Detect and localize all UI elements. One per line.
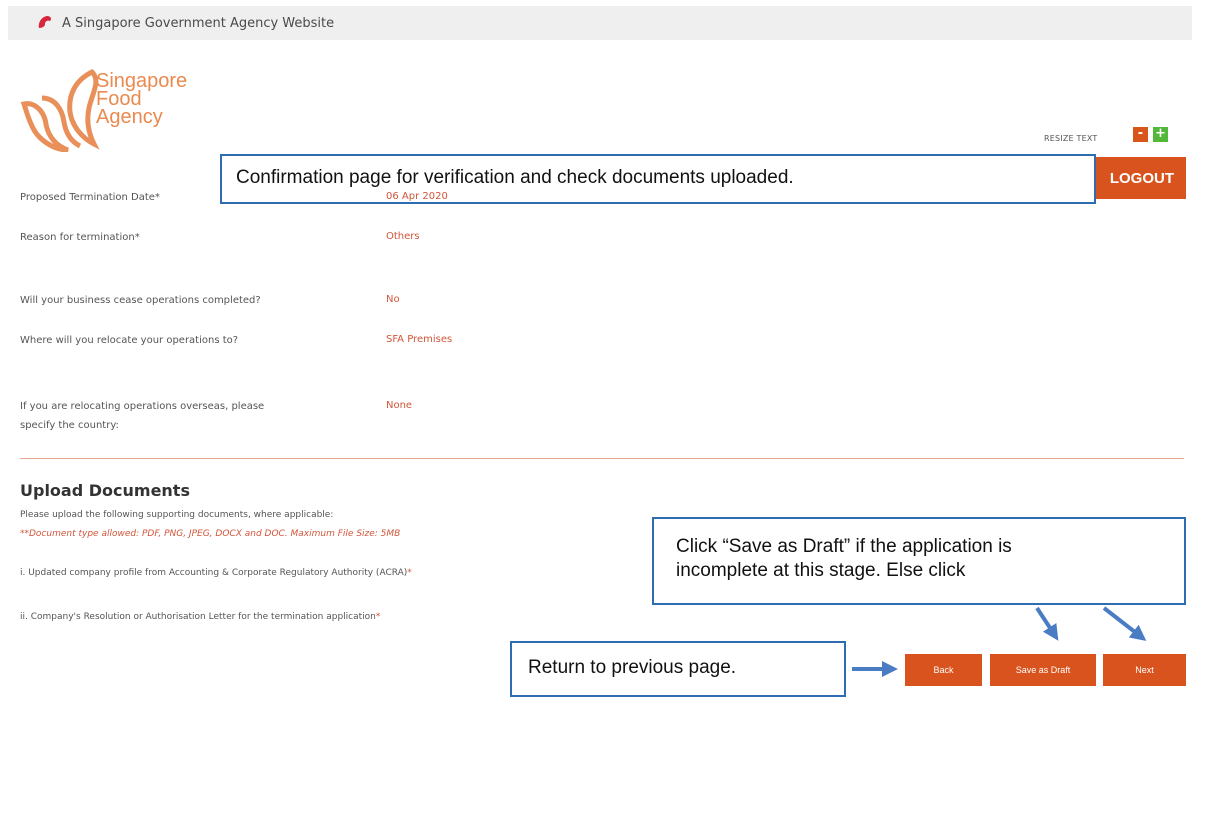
arrow-to-next-icon: [1102, 606, 1147, 641]
arrow-to-save-draft-icon: [1035, 606, 1059, 641]
annotation-arrows: [852, 606, 1147, 677]
